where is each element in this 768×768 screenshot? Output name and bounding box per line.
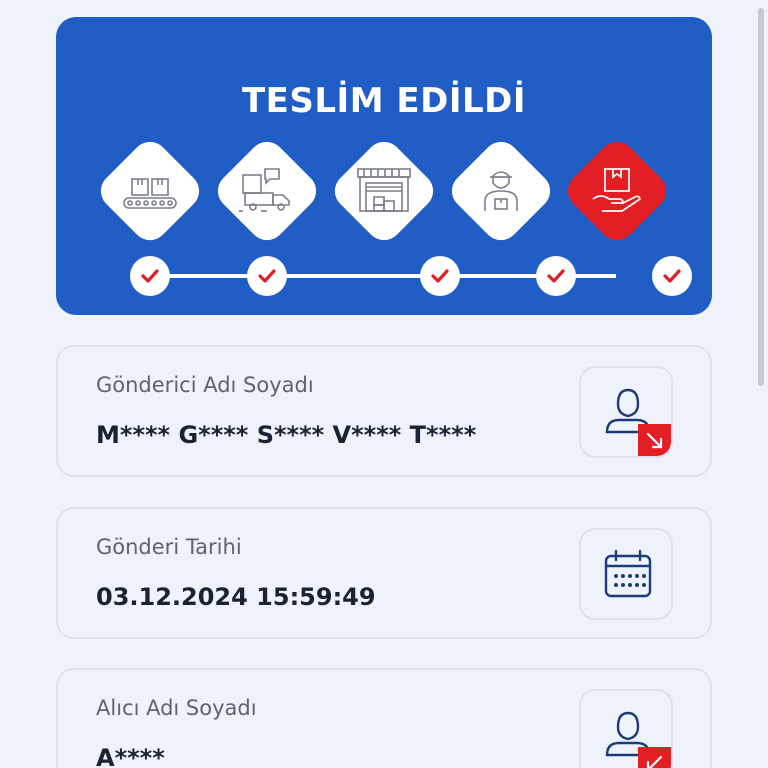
date-label: Gönderi Tarihi <box>96 535 242 559</box>
sender-icon-button[interactable] <box>579 366 673 458</box>
sender-label: Gönderici Adı Soyadı <box>96 373 314 397</box>
delivery-truck-icon <box>227 151 307 231</box>
step-1-check <box>130 256 170 296</box>
user-incoming-icon <box>605 711 671 768</box>
warehouse-icon <box>344 151 424 231</box>
receiver-label: Alıcı Adı Soyadı <box>96 696 257 720</box>
date-card: Gönderi Tarihi 03.12.2024 15:59:49 <box>56 507 712 639</box>
step-5-check <box>652 256 692 296</box>
delivery-steps <box>56 17 712 315</box>
receiver-card: Alıcı Adı Soyadı A**** <box>56 668 712 768</box>
user-outgoing-icon <box>605 388 671 456</box>
sender-value: M**** G**** S**** V**** T**** <box>96 421 477 449</box>
delivery-status-card: TESLİM EDİLDİ <box>56 17 712 315</box>
receiver-icon-button[interactable] <box>579 689 673 768</box>
step-4-check <box>536 256 576 296</box>
step-3-check <box>420 256 460 296</box>
date-icon-button[interactable] <box>579 528 673 620</box>
calendar-icon <box>604 549 652 598</box>
hand-package-icon <box>577 151 657 231</box>
scrollbar[interactable] <box>758 8 764 386</box>
conveyor-boxes-icon <box>110 151 190 231</box>
receiver-value: A**** <box>96 744 165 768</box>
courier-icon <box>461 151 541 231</box>
sender-card: Gönderici Adı Soyadı M**** G**** S**** V… <box>56 345 712 477</box>
step-2-check <box>247 256 287 296</box>
date-value: 03.12.2024 15:59:49 <box>96 583 376 611</box>
